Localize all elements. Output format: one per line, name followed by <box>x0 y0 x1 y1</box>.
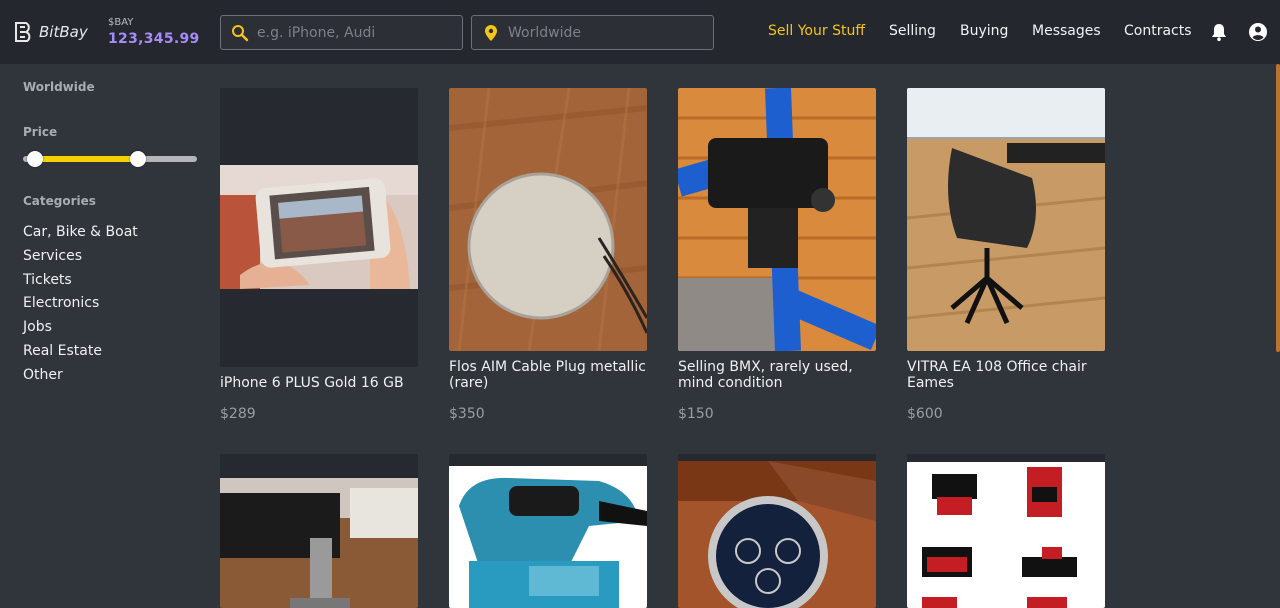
category-electronics[interactable]: Electronics <box>23 293 138 317</box>
slider-thumb-min[interactable] <box>27 151 44 167</box>
nav-sell-your-stuff[interactable]: Sell Your Stuff <box>768 23 865 39</box>
category-tickets[interactable]: Tickets <box>23 270 138 294</box>
location-filter[interactable]: Worldwide <box>23 80 95 94</box>
listing-image-iphone <box>220 165 418 289</box>
slider-fill <box>35 156 138 162</box>
listing-image-office-chair <box>907 88 1105 351</box>
search-input[interactable] <box>257 24 447 41</box>
listing-price: $600 <box>907 406 943 422</box>
listing-image-frame[interactable] <box>220 454 418 608</box>
location-input[interactable] <box>508 24 698 41</box>
listing-image-frame[interactable] <box>678 88 876 351</box>
listing-image-frame[interactable] <box>449 88 647 351</box>
price-range-slider[interactable] <box>23 151 197 167</box>
category-real-estate[interactable]: Real Estate <box>23 341 138 365</box>
listing-price: $350 <box>449 406 485 422</box>
category-other[interactable]: Other <box>23 365 138 389</box>
nav-contracts[interactable]: Contracts <box>1124 23 1192 39</box>
listing-image-flos-lamp <box>449 88 647 351</box>
bitbay-logo-icon <box>15 22 31 42</box>
listing-title[interactable]: Selling BMX, rarely used, mind condition <box>678 359 883 391</box>
category-car-bike-boat[interactable]: Car, Bike & Boat <box>23 222 138 246</box>
nav-selling[interactable]: Selling <box>889 23 936 39</box>
listing-image-frame[interactable] <box>449 454 647 608</box>
listing-title[interactable]: VITRA EA 108 Office chair Eames <box>907 359 1112 391</box>
bell-icon[interactable] <box>1209 22 1229 42</box>
balance-label: $BAY <box>108 17 134 28</box>
location-box <box>471 15 714 50</box>
brand-name: BitBay <box>39 23 88 41</box>
category-list: Car, Bike & Boat Services Tickets Electr… <box>23 222 138 389</box>
brand-logo[interactable]: BitBay <box>13 21 88 43</box>
listing-title[interactable]: iPhone 6 PLUS Gold 16 GB <box>220 375 425 391</box>
categories-heading: Categories <box>23 194 96 208</box>
listing-image-frame[interactable] <box>907 88 1105 351</box>
balance-value: 123,345.99 <box>108 31 200 47</box>
listing-image-bmx <box>678 88 876 351</box>
listing-image-frame[interactable] <box>907 454 1105 608</box>
nav-messages[interactable]: Messages <box>1032 23 1101 39</box>
listing-image-jigsaw <box>449 466 647 608</box>
listing-price: $289 <box>220 406 256 422</box>
listing-image-frame[interactable] <box>220 88 418 367</box>
listing-price: $150 <box>678 406 714 422</box>
page-scrollbar[interactable] <box>1276 64 1280 352</box>
location-pin-icon <box>485 24 497 41</box>
listing-image-frame[interactable] <box>678 454 876 608</box>
category-services[interactable]: Services <box>23 246 138 270</box>
listing-image-mini-lathe <box>907 462 1105 608</box>
search-icon <box>232 24 249 41</box>
search-box <box>220 15 463 50</box>
top-bar: BitBay $BAY 123,345.99 Sell Your Stuff S… <box>0 0 1280 64</box>
category-jobs[interactable]: Jobs <box>23 317 138 341</box>
account-icon[interactable] <box>1248 22 1268 42</box>
price-heading: Price <box>23 125 58 139</box>
listing-image-monitor <box>220 478 418 608</box>
listing-title[interactable]: Flos AIM Cable Plug metallic (rare) <box>449 359 654 391</box>
slider-thumb-max[interactable] <box>129 151 146 167</box>
nav-buying[interactable]: Buying <box>960 23 1008 39</box>
listing-image-watch <box>678 461 876 608</box>
